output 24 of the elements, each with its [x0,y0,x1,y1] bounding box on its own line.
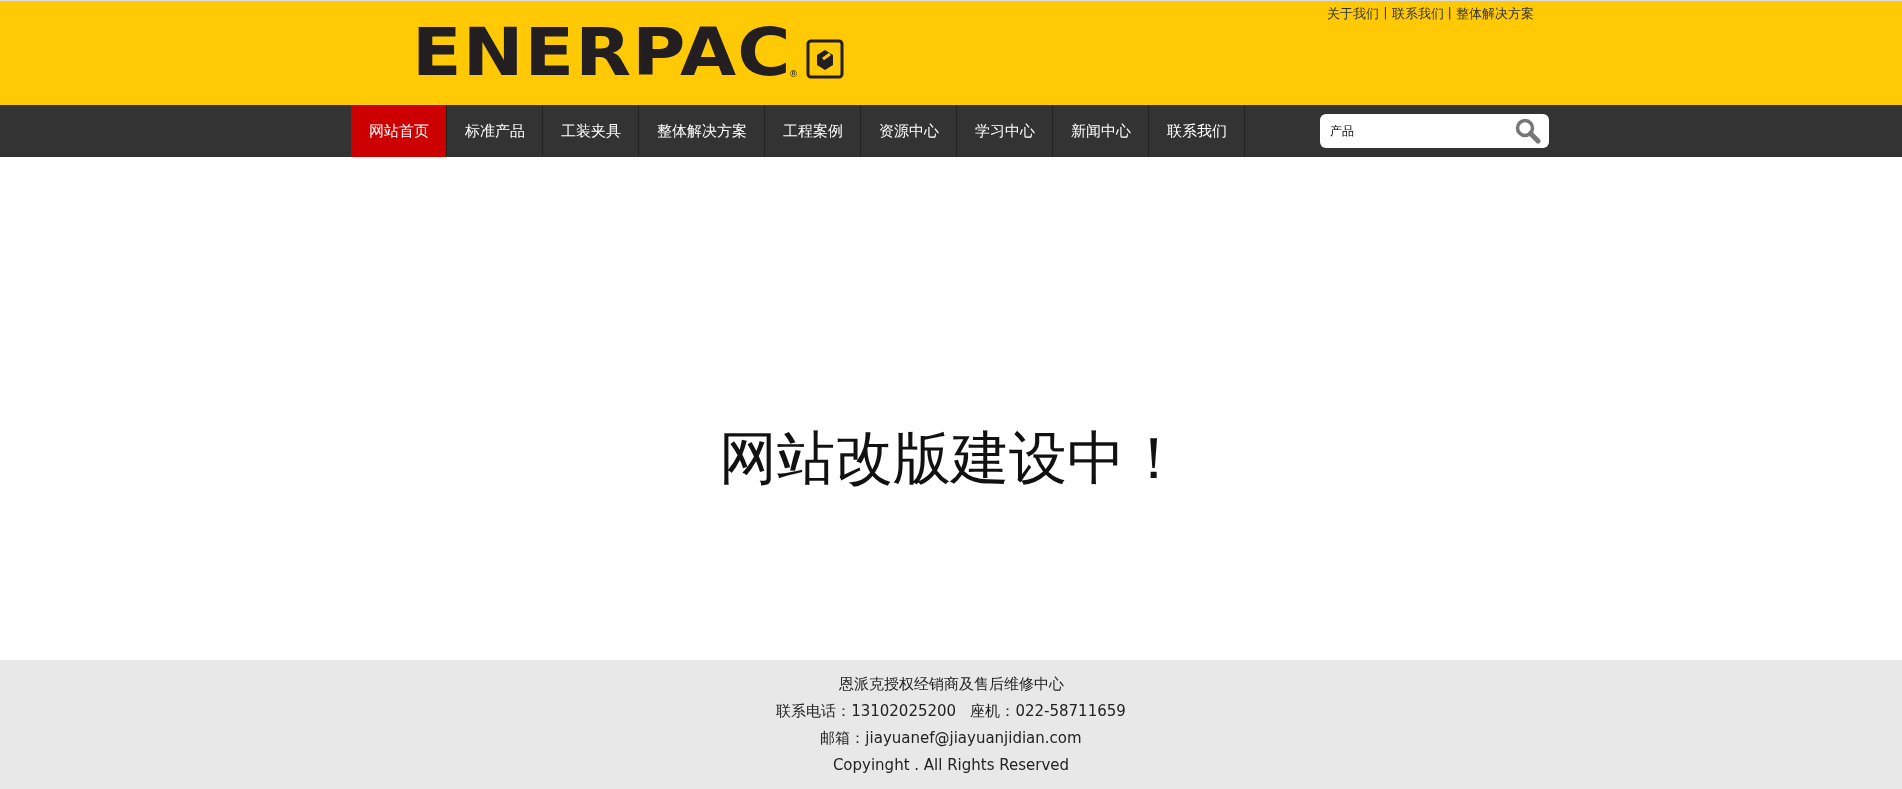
search-bar[interactable]: 产品 [1320,114,1549,148]
nav-item[interactable]: 新闻中心 [1053,105,1149,157]
construction-heading: 网站改版建设中！ [719,422,1183,494]
nav-item[interactable]: 学习中心 [957,105,1053,157]
registered-mark: ® [789,69,799,79]
link-separator: | [1447,5,1452,22]
top-link[interactable]: 联系我们 [1391,5,1444,81]
nav-item[interactable]: 整体解决方案 [639,105,765,157]
top-link[interactable]: 整体解决方案 [1456,5,1534,81]
footer-text: 恩派克授权经销商及售后维修中心 [838,675,1064,694]
footer-text: 邮箱：jiayuanef@jiayuanjidian.com [820,729,1082,748]
nav-item[interactable]: 标准产品 [447,105,543,157]
nav-item[interactable]: 网站首页 [351,105,447,157]
logo-icon [806,39,845,79]
nav-item[interactable]: 联系我们 [1149,105,1245,157]
top-link[interactable]: 关于我们 [1327,5,1380,81]
nav-item[interactable]: 工装夹具 [543,105,639,157]
footer-text: 联系电话：13102025200 座机：022-58711659 [776,702,1126,721]
footer-text: Copyinght . All Rights Reserved [832,756,1070,774]
nav-item[interactable]: 资源中心 [861,105,957,157]
search-input[interactable]: 产品 [1328,123,1512,139]
link-separator: | [1383,5,1388,22]
search-icon[interactable] [1515,118,1541,144]
nav-item[interactable]: 工程案例 [765,105,861,157]
